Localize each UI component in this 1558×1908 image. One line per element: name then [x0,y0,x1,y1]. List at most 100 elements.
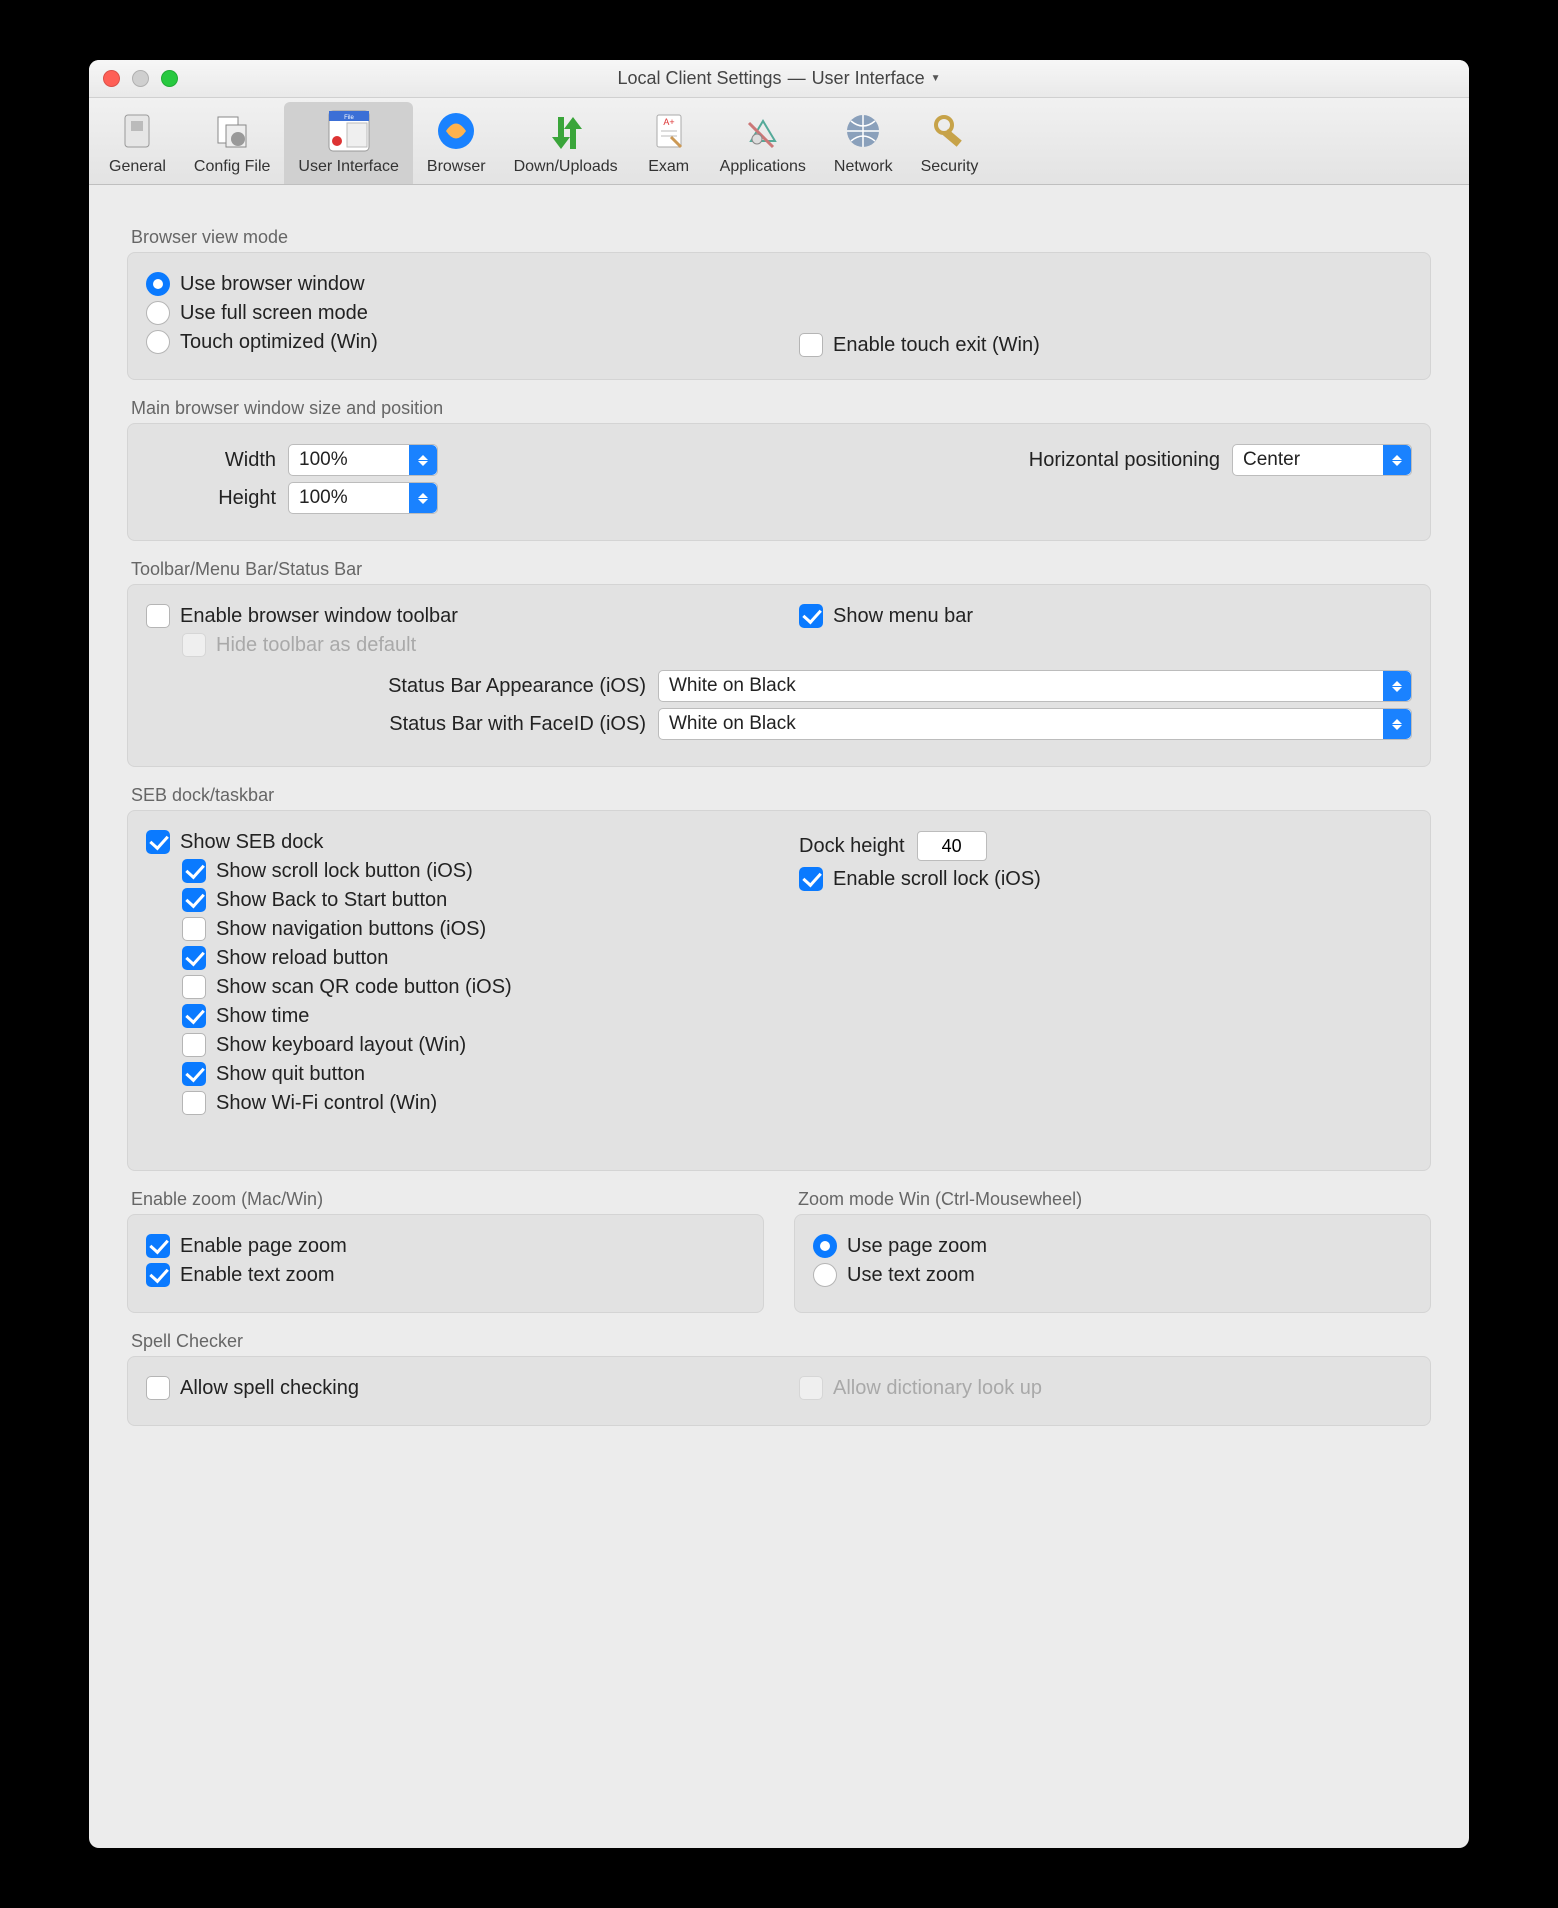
checkbox-label: Hide toolbar as default [216,634,416,657]
checkbox-dock-item[interactable] [182,1004,206,1028]
panel-bars: Enable browser window toolbar Hide toolb… [127,584,1431,767]
checkbox-label: Show reload button [216,947,388,970]
tab-label: Network [834,158,893,176]
section-title-dock: SEB dock/taskbar [131,785,1431,806]
checkbox-enable-touch-exit[interactable] [799,333,823,357]
tab-exam[interactable]: A+ Exam [632,102,706,184]
user-interface-icon: File [326,108,372,154]
chevron-updown-icon [409,483,437,513]
checkbox-label: Allow dictionary look up [833,1377,1042,1400]
checkbox-dock-item[interactable] [182,888,206,912]
checkbox-hide-toolbar [182,633,206,657]
width-combo[interactable]: 100% [288,444,438,476]
checkbox-label: Enable scroll lock (iOS) [833,868,1041,891]
checkbox-dock-item[interactable] [182,946,206,970]
section-title-zoom: Enable zoom (Mac/Win) [131,1189,764,1210]
radio-browser-window[interactable] [146,272,170,296]
checkbox-label: Show quit button [216,1063,365,1086]
tab-label: General [109,158,166,176]
section-title-zoommode: Zoom mode Win (Ctrl-Mousewheel) [798,1189,1431,1210]
checkbox-label: Show menu bar [833,605,973,628]
status-faceid-combo[interactable]: White on Black [658,708,1412,740]
chevron-updown-icon [1383,671,1411,701]
tab-applications[interactable]: Applications [706,102,820,184]
window-title[interactable]: Local Client Settings — User Interface ▼ [89,68,1469,89]
tab-label: User Interface [298,158,398,176]
applications-icon [740,108,786,154]
checkbox-dock-item[interactable] [182,1033,206,1057]
close-icon[interactable] [103,70,120,87]
status-ios-label: Status Bar Appearance (iOS) [146,675,646,698]
radio-label: Use page zoom [847,1235,987,1258]
radio-touch-optimized[interactable] [146,330,170,354]
switch-icon [114,108,160,154]
chevron-updown-icon [409,445,437,475]
tab-network[interactable]: Network [820,102,907,184]
maximize-icon[interactable] [161,70,178,87]
checkbox-dock-item[interactable] [182,1091,206,1115]
title-left: Local Client Settings [617,68,781,89]
tab-down-uploads[interactable]: Down/Uploads [500,102,632,184]
checkbox-enable-scroll-lock[interactable] [799,867,823,891]
tab-config-file[interactable]: Config File [180,102,284,184]
checkbox-label: Enable touch exit (Win) [833,334,1040,357]
checkbox-dock-item[interactable] [182,975,206,999]
checkbox-enable-text-zoom[interactable] [146,1263,170,1287]
checkbox-allow-dictionary [799,1376,823,1400]
panel-zoom: Enable page zoom Enable text zoom [127,1214,764,1313]
dock-height-label: Dock height [799,835,905,858]
panel-viewmode: Use browser window Use full screen mode … [127,252,1431,380]
checkbox-label: Show scroll lock button (iOS) [216,860,473,883]
combo-value: White on Black [659,675,1383,697]
panel-zoommode: Use page zoom Use text zoom [794,1214,1431,1313]
section-title-size: Main browser window size and position [131,398,1431,419]
panel-size: Width 100% Height 100% [127,423,1431,541]
hpos-combo[interactable]: Center [1232,444,1412,476]
checkbox-label: Show Back to Start button [216,889,447,912]
chevron-updown-icon [1383,709,1411,739]
svg-text:A+: A+ [663,117,674,127]
titlebar: Local Client Settings — User Interface ▼ [89,60,1469,98]
checkbox-enable-toolbar[interactable] [146,604,170,628]
checkbox-dock-item[interactable] [182,917,206,941]
tab-browser[interactable]: Browser [413,102,500,184]
height-combo[interactable]: 100% [288,482,438,514]
checkbox-label: Enable page zoom [180,1235,347,1258]
chevron-updown-icon [1383,445,1411,475]
checkbox-label: Show keyboard layout (Win) [216,1034,466,1057]
dock-height-input[interactable] [917,831,987,861]
checkbox-allow-spell[interactable] [146,1376,170,1400]
exam-icon: A+ [646,108,692,154]
section-title-spell: Spell Checker [131,1331,1431,1352]
combo-value: 100% [289,487,409,509]
radio-use-page-zoom[interactable] [813,1234,837,1258]
svg-text:File: File [344,115,354,121]
checkbox-label: Show Wi-Fi control (Win) [216,1092,437,1115]
combo-value: White on Black [659,713,1383,735]
checkbox-enable-page-zoom[interactable] [146,1234,170,1258]
checkbox-label: Show navigation buttons (iOS) [216,918,486,941]
settings-window: Local Client Settings — User Interface ▼… [89,60,1469,1848]
tab-label: Exam [648,158,689,176]
radio-use-text-zoom[interactable] [813,1263,837,1287]
hpos-label: Horizontal positioning [1029,449,1220,472]
tab-user-interface[interactable]: File User Interface [284,102,412,184]
chevron-down-icon: ▼ [931,73,941,84]
section-title-bars: Toolbar/Menu Bar/Status Bar [131,559,1431,580]
checkbox-show-seb-dock[interactable] [146,830,170,854]
security-icon [927,108,973,154]
section-title-viewmode: Browser view mode [131,227,1431,248]
radio-label: Use text zoom [847,1264,975,1287]
combo-value: Center [1233,449,1383,471]
tab-general[interactable]: General [95,102,180,184]
checkbox-dock-item[interactable] [182,1062,206,1086]
checkbox-label: Enable text zoom [180,1264,335,1287]
panel-dock: Show SEB dock Show scroll lock button (i… [127,810,1431,1171]
status-ios-combo[interactable]: White on Black [658,670,1412,702]
content: Browser view mode Use browser window Use… [89,185,1469,1450]
tab-security[interactable]: Security [907,102,993,184]
checkbox-dock-item[interactable] [182,859,206,883]
checkbox-show-menu[interactable] [799,604,823,628]
network-icon [840,108,886,154]
radio-full-screen[interactable] [146,301,170,325]
